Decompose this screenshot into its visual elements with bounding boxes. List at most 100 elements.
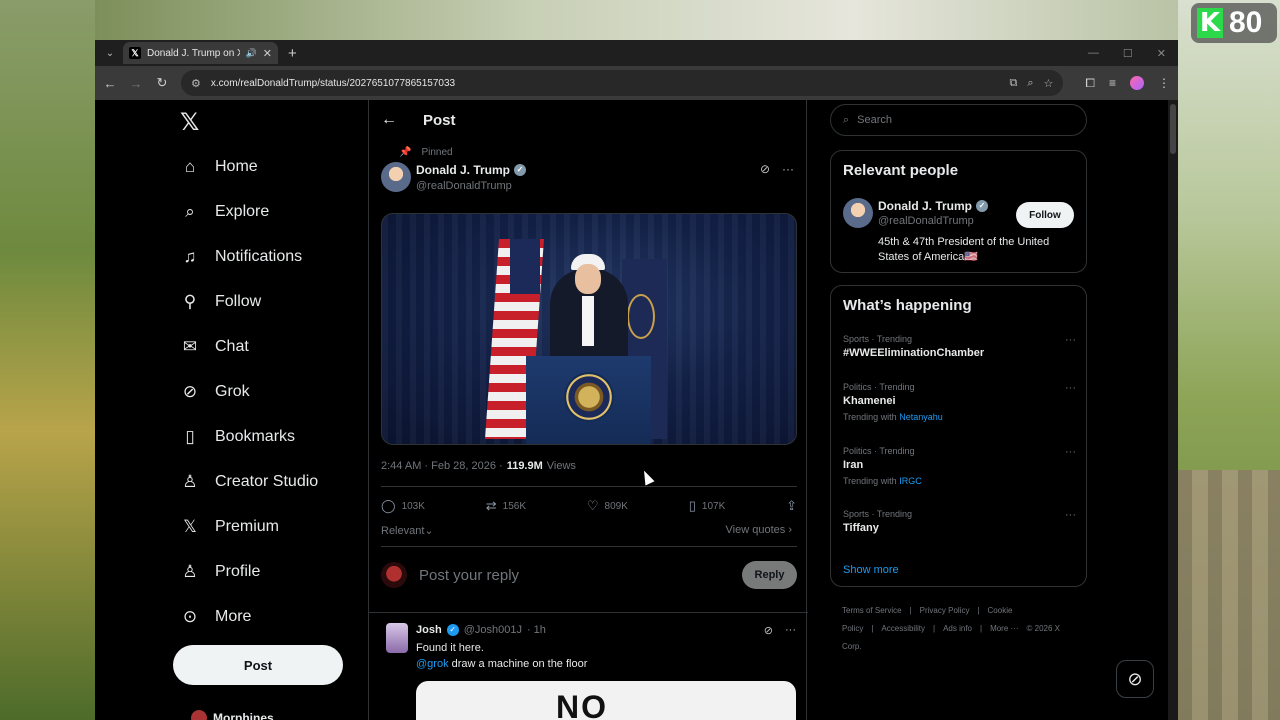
more-options-icon[interactable]: ··· bbox=[1065, 509, 1076, 521]
trend-item[interactable]: Politics · Trending Khamenei Trending with… bbox=[843, 382, 1076, 422]
url-text[interactable]: x.com/realDonaldTrump/status/20276510778… bbox=[211, 78, 1000, 89]
more-options-icon[interactable]: ··· bbox=[1065, 446, 1076, 458]
media-control-icon[interactable]: ≡ bbox=[1109, 76, 1116, 90]
reply-input[interactable]: Post your reply bbox=[419, 567, 730, 584]
show-more-link[interactable]: Show more bbox=[843, 564, 899, 576]
more-options-icon[interactable]: ··· bbox=[785, 624, 796, 637]
footer-link[interactable]: Terms of Service bbox=[842, 606, 902, 615]
nav-item-home[interactable]: ⌂ Home bbox=[179, 152, 258, 182]
browser-tab[interactable]: 𝕏 Donald J. Trump on X: "http 🔊 ✕ bbox=[123, 42, 278, 64]
reply-composer: Post your reply Reply bbox=[381, 558, 797, 592]
profile-avatar-icon[interactable] bbox=[1130, 76, 1144, 90]
trend-item[interactable]: Sports · Trending Tiffany ··· bbox=[843, 509, 1076, 534]
view-quotes-link[interactable]: View quotes › bbox=[726, 524, 792, 536]
zoom-icon[interactable]: ⌕ bbox=[1027, 77, 1033, 90]
footer-link[interactable]: Ads info bbox=[943, 624, 972, 633]
nav-item-more[interactable]: ⊙ More bbox=[179, 602, 252, 632]
author-name-text: Donald J. Trump bbox=[416, 163, 511, 177]
pinned-label: 📌 Pinned bbox=[399, 147, 453, 158]
repost-action[interactable]: ⇄ 156K bbox=[486, 498, 526, 514]
verified-badge-icon: ✓ bbox=[446, 624, 459, 636]
more-options-icon[interactable]: ··· bbox=[1065, 382, 1076, 394]
trend-related-link[interactable]: IRGC bbox=[899, 476, 922, 486]
bookmark-action[interactable]: ▯ 107K bbox=[689, 498, 726, 514]
more-options-icon[interactable]: ··· bbox=[782, 162, 794, 176]
trend-related-link[interactable]: Netanyahu bbox=[899, 412, 943, 422]
post-image[interactable] bbox=[381, 213, 797, 445]
scrollbar-thumb[interactable] bbox=[1170, 104, 1176, 154]
minimize-icon[interactable]: — bbox=[1088, 47, 1099, 60]
forward-arrow-icon[interactable]: → bbox=[129, 76, 143, 91]
nav-item-label: Notifications bbox=[215, 248, 303, 265]
tab-search-icon[interactable]: ⌄ bbox=[101, 48, 119, 59]
install-icon[interactable]: ⧉ bbox=[1009, 77, 1017, 90]
trend-category: Sports · Trending bbox=[843, 334, 913, 344]
grok-icon[interactable]: ⊘ bbox=[760, 162, 770, 176]
reply-author-handle[interactable]: @Josh001J bbox=[464, 624, 522, 636]
footer-link[interactable]: Privacy Policy bbox=[920, 606, 970, 615]
person-name[interactable]: Donald J. Trump ✓ bbox=[878, 199, 989, 213]
nav-item-chat[interactable]: ✉ Chat bbox=[179, 332, 249, 362]
post-time[interactable]: 2:44 AM · Feb 28, 2026 · bbox=[381, 460, 503, 472]
author-name[interactable]: Donald J. Trump ✓ bbox=[416, 163, 527, 177]
reply-author-line: Josh ✓ @Josh001J · 1h bbox=[416, 624, 546, 636]
address-bar[interactable]: ⚙ x.com/realDonaldTrump/status/202765107… bbox=[181, 70, 1064, 96]
new-tab-button[interactable]: + bbox=[288, 45, 297, 62]
grok-icon[interactable]: ⊘ bbox=[764, 624, 773, 637]
reply-image[interactable]: NO bbox=[416, 681, 796, 720]
scrollbar[interactable] bbox=[1168, 100, 1178, 720]
presidential-seal bbox=[564, 372, 614, 422]
person-handle[interactable]: @realDonaldTrump bbox=[878, 215, 974, 227]
tab-title: Donald J. Trump on X: "http bbox=[147, 47, 240, 59]
reply-action[interactable]: ◯ 103K bbox=[381, 498, 425, 514]
grok-floating-button[interactable]: ⊘ bbox=[1116, 660, 1154, 698]
sort-replies-dropdown[interactable]: Relevant⌄ bbox=[381, 524, 434, 537]
account-switcher[interactable]: Morphines bbox=[191, 710, 274, 720]
x-logo-icon[interactable]: 𝕏 bbox=[180, 108, 199, 136]
trend-related-label: Trending with bbox=[843, 412, 897, 422]
star-icon[interactable]: ☆ bbox=[1044, 77, 1054, 90]
nav-item-bookmarks[interactable]: ▯ Bookmarks bbox=[179, 422, 295, 452]
speaker-icon[interactable]: 🔊 bbox=[246, 48, 257, 59]
author-handle[interactable]: @realDonaldTrump bbox=[416, 180, 512, 192]
reply-tweet[interactable]: Josh ✓ @Josh001J · 1h ⊘ ··· Found it her… bbox=[369, 612, 808, 720]
reply-author-avatar[interactable] bbox=[386, 623, 408, 653]
reply-button[interactable]: Reply bbox=[742, 561, 797, 589]
back-arrow-icon[interactable]: ← bbox=[381, 111, 397, 129]
person-icon: ♙ bbox=[182, 562, 198, 581]
nav-item-grok[interactable]: ⊘ Grok bbox=[179, 377, 250, 407]
nav-item-follow[interactable]: ⚲ Follow bbox=[179, 287, 261, 317]
footer-link[interactable]: Accessibility bbox=[881, 624, 925, 633]
divider bbox=[381, 486, 797, 487]
footer-link[interactable]: More ··· bbox=[990, 624, 1018, 633]
follow-button[interactable]: Follow bbox=[1016, 202, 1074, 228]
maximize-icon[interactable]: ☐ bbox=[1123, 47, 1133, 60]
tab-close-icon[interactable]: ✕ bbox=[263, 47, 272, 60]
grok-mention-link[interactable]: @grok bbox=[416, 658, 449, 670]
nav-item-explore[interactable]: ⌕ Explore bbox=[179, 197, 269, 227]
reply-author-name[interactable]: Josh bbox=[416, 624, 442, 636]
nav-item-premium[interactable]: 𝕏 Premium bbox=[179, 512, 279, 542]
share-action[interactable]: ⇪ bbox=[786, 498, 797, 514]
back-arrow-icon[interactable]: ← bbox=[103, 76, 117, 91]
menu-kebab-icon[interactable]: ⋮ bbox=[1158, 76, 1170, 90]
nav-item-profile[interactable]: ♙ Profile bbox=[179, 557, 260, 587]
like-action[interactable]: ♡ 809K bbox=[587, 498, 628, 514]
author-avatar[interactable] bbox=[381, 162, 411, 192]
search-icon: ⌕ bbox=[185, 202, 195, 221]
trend-item[interactable]: Sports · Trending #WWEEliminationChamber ·… bbox=[843, 334, 1076, 359]
site-info-icon[interactable]: ⚙ bbox=[191, 77, 201, 90]
person-avatar[interactable] bbox=[843, 198, 873, 228]
reload-icon[interactable]: ↻ bbox=[155, 75, 169, 91]
nav-item-notifications[interactable]: ♫ Notifications bbox=[179, 242, 303, 272]
browser-toolbar: ← → ↻ ⚙ x.com/realDonaldTrump/status/202… bbox=[95, 66, 1178, 100]
trend-item[interactable]: Politics · Trending Iran Trending with IRG… bbox=[843, 446, 1076, 486]
post-button[interactable]: Post bbox=[173, 645, 343, 685]
close-window-icon[interactable]: ✕ bbox=[1157, 47, 1166, 60]
search-input[interactable]: ⌕ Search bbox=[830, 104, 1087, 136]
nav-item-creator-studio[interactable]: ♙ Creator Studio bbox=[179, 467, 318, 497]
reply-image-text: NO bbox=[556, 689, 608, 720]
account-avatar bbox=[191, 710, 207, 720]
extensions-icon[interactable]: ⧠ bbox=[1085, 76, 1095, 91]
more-options-icon[interactable]: ··· bbox=[1065, 334, 1076, 346]
